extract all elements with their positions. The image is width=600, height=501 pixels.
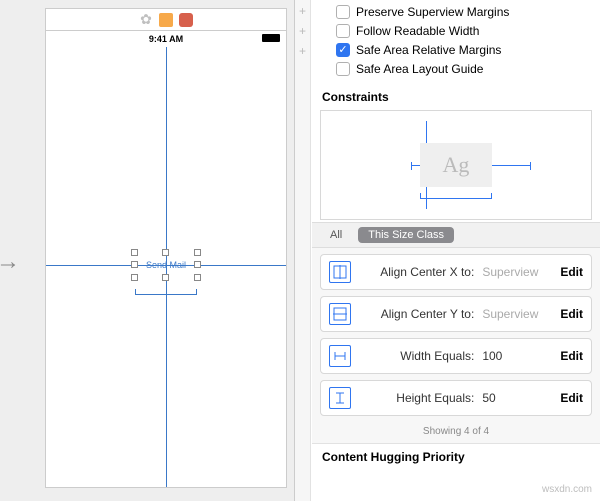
segue-arrow-icon: →: [0, 248, 20, 276]
gutter: + + +: [295, 0, 311, 501]
plus-icon[interactable]: +: [299, 24, 306, 38]
constraint-label: Width Equals:: [363, 349, 478, 363]
checkbox-label: Safe Area Layout Guide: [356, 62, 483, 76]
checkbox-label: Follow Readable Width: [356, 24, 479, 38]
device-frame[interactable]: ✿ 9:41 AM Send Mail: [45, 8, 287, 488]
edit-button[interactable]: Edit: [560, 307, 583, 321]
resize-handle-icon[interactable]: [162, 249, 169, 256]
selected-button-label: Send Mail: [146, 260, 186, 270]
constraint-count: Showing 4 of 4: [312, 422, 600, 444]
constraint-label: Height Equals:: [363, 391, 478, 405]
height-constraint-icon: [329, 387, 351, 409]
align-center-y-icon: [329, 303, 351, 325]
checkbox-icon[interactable]: [336, 5, 350, 19]
constraint-value: Superview: [482, 265, 552, 279]
scene-toolbar: ✿: [46, 9, 286, 31]
width-constraint-icon: [329, 345, 351, 367]
edit-button[interactable]: Edit: [560, 349, 583, 363]
constraint-label: Align Center X to:: [363, 265, 478, 279]
battery-icon: [262, 34, 280, 42]
constraint-preview[interactable]: Ag: [320, 110, 592, 220]
checkbox-label: Safe Area Relative Margins: [356, 43, 501, 57]
selected-button[interactable]: Send Mail: [135, 253, 197, 277]
width-brace-icon: [420, 193, 492, 203]
constraint-value: Superview: [482, 307, 552, 321]
checkbox-preserve-margins[interactable]: Preserve Superview Margins: [336, 2, 594, 21]
canvas-pane: → ✿ 9:41 AM Send Mail: [0, 0, 295, 501]
checkbox-icon[interactable]: [336, 24, 350, 38]
constraint-row[interactable]: Height Equals: 50 Edit: [320, 380, 592, 416]
checkbox-label: Preserve Superview Margins: [356, 5, 509, 19]
filter-size-class[interactable]: This Size Class: [358, 227, 454, 243]
edit-button[interactable]: Edit: [560, 391, 583, 405]
status-bar: 9:41 AM: [46, 31, 286, 47]
constraint-value: 100: [482, 349, 552, 363]
resize-handle-icon[interactable]: [194, 261, 201, 268]
width-brace-icon: [135, 289, 197, 299]
align-center-x-icon: [329, 261, 351, 283]
resize-handle-icon[interactable]: [131, 249, 138, 256]
constraint-label: Align Center Y to:: [363, 307, 478, 321]
canvas-area[interactable]: Send Mail: [46, 47, 286, 487]
resize-handle-icon[interactable]: [194, 249, 201, 256]
edit-button[interactable]: Edit: [560, 265, 583, 279]
preview-label: Ag: [420, 143, 492, 187]
first-responder-icon[interactable]: [159, 13, 173, 27]
inspector-pane: Preserve Superview Margins Follow Readab…: [295, 0, 600, 501]
plus-icon[interactable]: +: [299, 44, 306, 58]
checkbox-checked-icon[interactable]: [336, 43, 350, 57]
filter-bar: All This Size Class: [312, 222, 600, 248]
margins-section: Preserve Superview Margins Follow Readab…: [312, 0, 600, 86]
filter-all[interactable]: All: [320, 227, 352, 243]
resize-handle-icon[interactable]: [194, 274, 201, 281]
constraint-row[interactable]: Width Equals: 100 Edit: [320, 338, 592, 374]
status-time: 9:41 AM: [149, 34, 183, 44]
gear-icon[interactable]: ✿: [139, 13, 153, 27]
constraint-list: Align Center X to: Superview Edit Align …: [312, 248, 600, 422]
checkbox-safe-area-relative[interactable]: Safe Area Relative Margins: [336, 40, 594, 59]
constraints-header: Constraints: [312, 86, 600, 108]
hugging-header: Content Hugging Priority: [312, 444, 600, 470]
exit-icon[interactable]: [179, 13, 193, 27]
resize-handle-icon[interactable]: [131, 261, 138, 268]
checkbox-icon[interactable]: [336, 62, 350, 76]
checkbox-readable-width[interactable]: Follow Readable Width: [336, 21, 594, 40]
constraint-row[interactable]: Align Center X to: Superview Edit: [320, 254, 592, 290]
constraint-value: 50: [482, 391, 552, 405]
plus-icon[interactable]: +: [299, 4, 306, 18]
resize-handle-icon[interactable]: [162, 274, 169, 281]
checkbox-safe-area-guide[interactable]: Safe Area Layout Guide: [336, 59, 594, 78]
constraint-row[interactable]: Align Center Y to: Superview Edit: [320, 296, 592, 332]
watermark: wsxdn.com: [542, 484, 592, 495]
resize-handle-icon[interactable]: [131, 274, 138, 281]
